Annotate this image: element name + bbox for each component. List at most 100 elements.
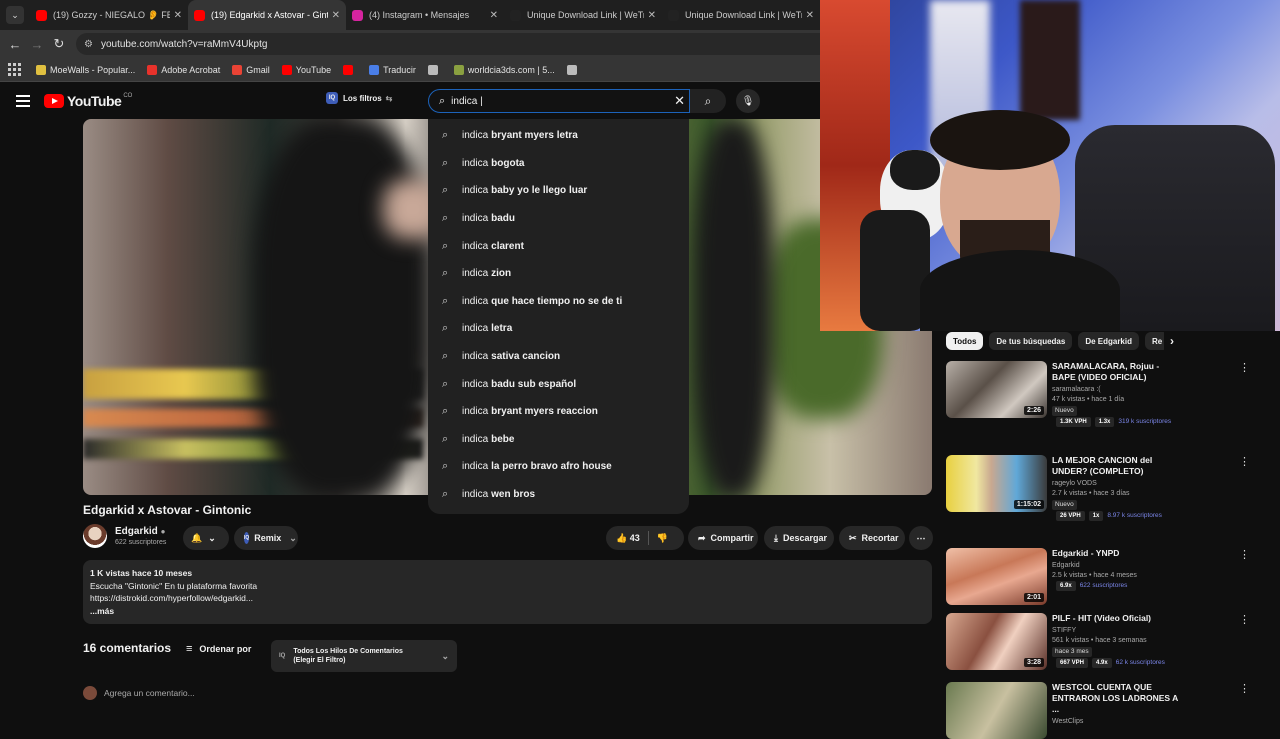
filter-chip[interactable]: De tus búsquedas [989,332,1073,350]
more-options-icon[interactable]: ⋮ [1239,455,1250,468]
close-tab-icon[interactable]: ✕ [806,10,814,21]
add-comment-row[interactable]: Agrega un comentario... [83,686,195,700]
more-options-icon[interactable]: ⋮ [1239,548,1250,561]
channel-row: Edgarkid ● 622 suscriptores [83,524,166,548]
thumbs-down-icon[interactable]: 👎 [657,533,668,544]
bookmark-item[interactable]: MoeWalls - Popular... [36,64,135,75]
download-button[interactable]: ⤓ Descargar [764,526,834,550]
filters-button[interactable]: IQ Los filtros ⇆ [326,92,392,104]
close-tab-icon[interactable]: ✕ [490,10,498,21]
search-suggestion[interactable]: ⌕ indica sativa cancion [428,343,689,371]
search-suggestion[interactable]: ⌕ indica letra [428,315,689,343]
like-button[interactable]: 👍 43 [616,533,640,544]
browser-tab[interactable]: Unique Download Link | WeTra ✕ [504,0,662,30]
search-suggestion[interactable]: ⌕ indica badu sub español [428,370,689,398]
share-button[interactable]: ➦ Compartir [688,526,758,550]
tab-search-button[interactable]: ⌄ [6,6,24,24]
search-suggestion[interactable]: ⌕ indica wen bros [428,481,689,509]
more-options-icon[interactable]: ⋮ [1239,361,1250,374]
comment-filter-select[interactable]: IQ Todos Los Hilos De Comentarios (Elegi… [271,640,457,672]
related-video-title[interactable]: PILF - HIT (Video Oficial) [1052,613,1182,624]
filter-chip[interactable]: De Edgarkid [1078,332,1139,350]
related-channel[interactable]: saramalacara :( [1052,385,1182,395]
related-video-title[interactable]: WESTCOL CUENTA QUE ENTRARON LOS LADRONES… [1052,682,1182,715]
related-video[interactable]: 2:01 Edgarkid - YNPD Edgarkid 2.5 k vistas … [946,548,1250,605]
search-suggestion[interactable]: ⌕ indica badu [428,205,689,233]
channel-avatar[interactable] [83,524,107,548]
related-video[interactable]: 3:28 PILF - HIT (Video Oficial) STIFFY 561 … [946,613,1250,670]
address-bar[interactable]: ⚙ youtube.com/watch?v=raMmV4Ukptg [76,33,836,55]
sort-comments-button[interactable]: ≡ Ordenar por [186,643,251,655]
related-channel[interactable]: Edgarkid [1052,561,1182,571]
suggestion-prefix: indica [462,268,489,280]
search-suggestion[interactable]: ⌕ indica zion [428,260,689,288]
voice-search-button[interactable]: 🎙 [736,89,760,113]
bookmark-item[interactable]: Traducir [369,64,416,75]
search-suggestion[interactable]: ⌕ indica clarent [428,232,689,260]
search-button[interactable]: ⌕ [690,89,726,113]
more-options-icon[interactable]: ⋮ [1239,613,1250,626]
search-suggestion[interactable]: ⌕ indica la perro bravo afro house [428,453,689,481]
search-suggestion[interactable]: ⌕ indica que hace tiempo no se de ti [428,288,689,316]
related-video-title[interactable]: Edgarkid - YNPD [1052,548,1182,559]
description-more[interactable]: ...más [90,605,925,618]
youtube-logo[interactable]: YouTube CO [44,93,132,109]
bookmark-item[interactable] [343,64,357,75]
bookmark-item[interactable] [427,64,442,75]
related-video-title[interactable]: SARAMALACARA, Rojuu - BAPE (VIDEO OFICIA… [1052,361,1182,383]
description-link[interactable]: https://distrokid.com/hyperfollow/edgark… [90,592,925,605]
remix-button[interactable]: IQ Remix ⌄ [234,526,298,550]
related-channel[interactable]: rageylo VODS [1052,479,1182,489]
more-options-icon[interactable]: ⋮ [1239,682,1250,695]
vph-badge: 6.9x [1056,581,1076,591]
browser-tab[interactable]: (19) Edgarkid x Astovar - Ginton ✕ [188,0,346,30]
related-video[interactable]: 1:15:02 LA MEJOR CANCION del UNDER? (COMP… [946,455,1250,521]
close-tab-icon[interactable]: ✕ [648,10,656,21]
menu-icon[interactable] [16,95,30,107]
subscribe-bell-button[interactable]: 🔔 ⌄ [183,526,229,550]
bookmark-item[interactable]: YouTube [281,64,331,75]
chevron-right-icon[interactable]: › [1170,334,1174,348]
channel-name[interactable]: Edgarkid [115,526,158,537]
video-thumbnail[interactable] [946,682,1047,739]
search-suggestion[interactable]: ⌕ indica bogota [428,150,689,178]
search-suggestion[interactable]: ⌕ indica bryant myers letra [428,122,689,150]
video-thumbnail[interactable]: 3:28 [946,613,1047,670]
related-video[interactable]: 2:26 SARAMALACARA, Rojuu - BAPE (VIDEO OF… [946,361,1250,427]
video-description[interactable]: 1 K vistas hace 10 meses Escucha "Ginton… [83,560,932,624]
clear-search-icon[interactable]: ✕ [674,93,685,109]
related-video-title[interactable]: LA MEJOR CANCION del UNDER? (COMPLETO) [1052,455,1182,477]
reload-button[interactable]: ↻ [48,36,70,52]
add-comment-placeholder[interactable]: Agrega un comentario... [104,688,195,698]
search-box[interactable]: ⌕ indica | ✕ [428,89,690,113]
close-tab-icon[interactable]: ✕ [332,10,340,21]
browser-tab[interactable]: (19) Gozzy - NIEGALO 👂 FEAT ✕ [30,0,188,30]
site-info-icon[interactable]: ⚙ [84,39,93,50]
search-suggestion[interactable]: ⌕ indica bebe [428,426,689,454]
user-avatar [83,686,97,700]
back-button[interactable]: ← [4,37,26,52]
video-thumbnail[interactable]: 2:01 [946,548,1047,605]
apps-grid-icon[interactable] [8,62,22,77]
related-video[interactable]: WESTCOL CUENTA QUE ENTRARON LOS LADRONES… [946,682,1250,739]
close-tab-icon[interactable]: ✕ [174,10,182,21]
bookmark-item[interactable]: Adobe Acrobat [147,64,220,75]
related-channel[interactable]: STIFFY [1052,626,1182,636]
filter-chip[interactable]: Todos [946,332,984,350]
search-input[interactable]: indica | [451,96,483,107]
search-icon: ⌕ [442,488,449,501]
related-channel[interactable]: WestClips [1052,717,1182,727]
browser-tab[interactable]: (4) Instagram • Mensajes ✕ [346,0,504,30]
search-suggestion[interactable]: ⌕ indica bryant myers reaccion [428,398,689,426]
more-actions-button[interactable]: ⋯ [909,526,933,550]
bookmark-item[interactable]: worldcia3ds.com | 5... [453,64,555,75]
video-thumbnail[interactable]: 2:26 [946,361,1047,418]
forward-button[interactable]: → [26,37,48,52]
clip-button[interactable]: ✂ Recortar [839,526,905,550]
bookmark-item[interactable]: Gmail [232,64,270,75]
search-suggestion[interactable]: ⌕ indica baby yo le llego luar [428,177,689,205]
filter-chip[interactable]: Re [1145,332,1164,350]
video-thumbnail[interactable]: 1:15:02 [946,455,1047,512]
bookmark-item[interactable] [566,64,581,75]
browser-tab[interactable]: Unique Download Link | WeTra ✕ [662,0,820,30]
